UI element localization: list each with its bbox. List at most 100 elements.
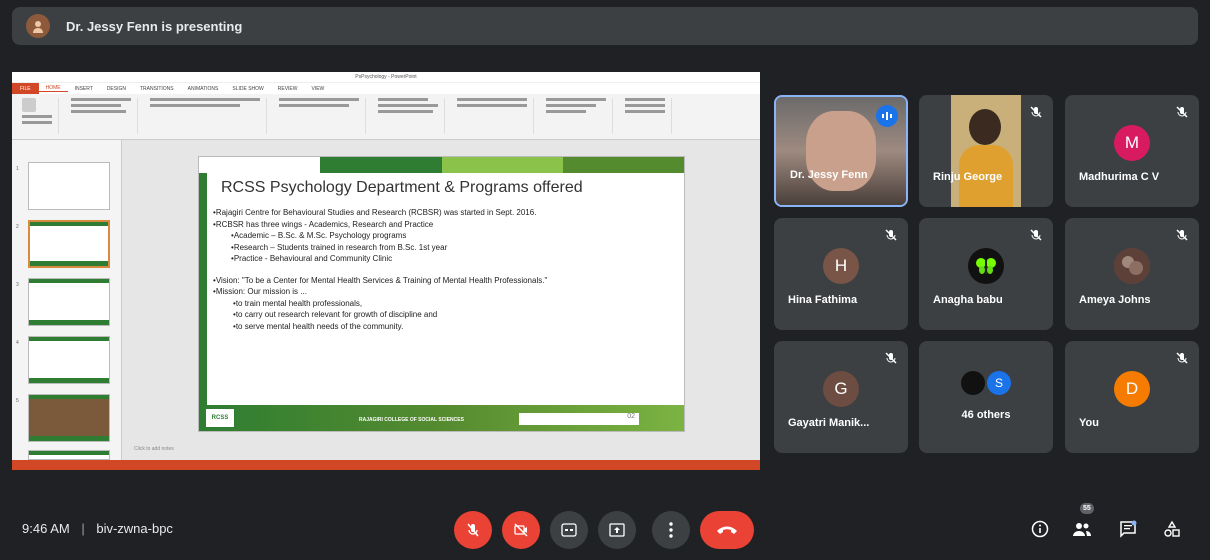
slide-footer-text: RAJAGIRI COLLEGE OF SOCIAL SCIENCES xyxy=(359,417,464,423)
ppt-workspace: 1 2 3 4 5 RCSS Psychology Department & P… xyxy=(12,140,760,460)
avatar: G xyxy=(823,371,859,407)
ppt-tab-insert: INSERT xyxy=(74,85,93,92)
shared-screen: PsPsychology - PowerPoint FILE HOME INSE… xyxy=(12,72,760,470)
ppt-window-title: PsPsychology - PowerPoint xyxy=(12,72,760,83)
clock-time: 9:46 AM xyxy=(22,521,70,536)
slide-line: Mission: Our mission is ... xyxy=(213,286,676,298)
meeting-details-button[interactable] xyxy=(1028,517,1052,541)
slide-thumbnail xyxy=(28,278,110,326)
mic-off-icon xyxy=(467,523,479,537)
chat-icon xyxy=(1120,520,1137,538)
slide-line: RCBSR has three wings - Academics, Resea… xyxy=(213,219,676,231)
slide-thumbnail-selected xyxy=(28,220,110,268)
slide-line: to carry out research relevant for growt… xyxy=(213,309,676,321)
ppt-tab-view: VIEW xyxy=(311,85,325,92)
ppt-status-bar xyxy=(12,460,760,470)
people-button[interactable]: 55 xyxy=(1070,503,1094,541)
ppt-tab-home: HOME xyxy=(38,85,68,92)
meeting-info: 9:46 AM | biv-zwna-bpc xyxy=(22,521,173,536)
participant-tile[interactable]: H Hina Fathima xyxy=(774,218,908,330)
people-icon xyxy=(1073,523,1091,536)
rcss-logo: RCSS xyxy=(205,408,235,428)
mic-off-icon xyxy=(885,229,897,241)
avatar: D xyxy=(1114,371,1150,407)
present-screen-button[interactable] xyxy=(598,511,636,549)
avatar: H xyxy=(823,248,859,284)
slide-thumbnails: 1 2 3 4 5 xyxy=(12,140,122,460)
activities-icon xyxy=(1164,520,1180,537)
speaking-icon xyxy=(876,105,898,127)
presenter-avatar xyxy=(26,14,50,38)
current-slide: RCSS Psychology Department & Programs of… xyxy=(198,156,685,432)
presenting-banner: Dr. Jessy Fenn is presenting xyxy=(12,7,1198,45)
captions-button[interactable] xyxy=(550,511,588,549)
slide-line: to train mental health professionals, xyxy=(213,298,676,310)
self-tile[interactable]: D You xyxy=(1065,341,1199,453)
participant-tile[interactable]: Rinju George xyxy=(919,95,1053,207)
slide-thumbnail xyxy=(28,162,110,210)
ppt-tab-animations: ANIMATIONS xyxy=(187,85,219,92)
mic-off-icon xyxy=(1030,106,1042,118)
participant-video xyxy=(951,95,1021,207)
participant-name: You xyxy=(1079,417,1099,429)
mic-off-icon xyxy=(885,352,897,364)
slide-body: Rajagiri Centre for Behavioural Studies … xyxy=(213,207,676,332)
participant-tile[interactable]: Anagha babu xyxy=(919,218,1053,330)
present-icon xyxy=(609,523,625,537)
participant-name: Madhurima C V xyxy=(1079,171,1160,183)
others-tile[interactable]: S 46 others xyxy=(919,341,1053,453)
slide-thumbnail xyxy=(28,450,110,460)
participant-name: Anagha babu xyxy=(933,294,1003,306)
slide-title: RCSS Psychology Department & Programs of… xyxy=(221,179,583,196)
camera-off-icon xyxy=(514,523,528,537)
participant-tile[interactable]: Ameya Johns xyxy=(1065,218,1199,330)
participant-tile[interactable]: M Madhurima C V xyxy=(1065,95,1199,207)
avatar-butterfly xyxy=(968,248,1004,284)
avatar xyxy=(961,371,985,395)
info-icon xyxy=(1031,520,1049,538)
activities-button[interactable] xyxy=(1160,517,1184,541)
notes-placeholder: Click to add notes xyxy=(134,446,174,452)
hang-up-icon xyxy=(717,526,737,534)
ppt-ribbon xyxy=(12,94,760,140)
leave-call-button[interactable] xyxy=(700,511,754,549)
participant-name: Dr. Jessy Fenn xyxy=(790,169,868,181)
ppt-tab-slideshow: SLIDE SHOW xyxy=(232,85,264,92)
slide-line: Vision: "To be a Center for Mental Healt… xyxy=(213,275,676,287)
participant-tile-presenter[interactable]: Dr. Jessy Fenn xyxy=(774,95,908,207)
chat-button[interactable] xyxy=(1116,517,1140,541)
more-options-button[interactable] xyxy=(652,511,690,549)
ppt-tab-review: REVIEW xyxy=(277,85,298,92)
camera-toggle-button[interactable] xyxy=(502,511,540,549)
slide-number: 02 xyxy=(519,413,639,425)
slide-line: Research – Students trained in research … xyxy=(213,242,676,254)
separator: | xyxy=(81,521,85,536)
mic-off-icon xyxy=(1176,229,1188,241)
participant-tile[interactable]: G Gayatri Manik... xyxy=(774,341,908,453)
avatar: M xyxy=(1114,125,1150,161)
participant-name: Rinju George xyxy=(933,171,1003,183)
participant-count-badge: 55 xyxy=(1080,503,1094,514)
ppt-tab-design: DESIGN xyxy=(106,85,126,92)
slide-thumbnail xyxy=(28,394,110,442)
slide-line: Academic – B.Sc. & M.Sc. Psychology prog… xyxy=(213,230,676,242)
bottom-controls-bar: 9:46 AM | biv-zwna-bpc 55 xyxy=(0,490,1210,560)
participant-name: Ameya Johns xyxy=(1079,294,1151,306)
slide-line: Practice - Behavioural and Community Cli… xyxy=(213,253,676,265)
avatar-photo xyxy=(1114,248,1150,284)
others-count: 46 others xyxy=(961,409,1011,421)
mic-toggle-button[interactable] xyxy=(454,511,492,549)
ppt-tab-file: FILE xyxy=(12,83,39,94)
presenting-text: Dr. Jessy Fenn is presenting xyxy=(66,18,243,34)
mic-off-icon xyxy=(1176,106,1188,118)
slide-thumbnail xyxy=(28,336,110,384)
ppt-tab-transitions: TRANSITIONS xyxy=(139,85,174,92)
participant-name: Hina Fathima xyxy=(788,294,858,306)
participant-name: Gayatri Manik... xyxy=(788,417,870,429)
slide-line: to serve mental health needs of the comm… xyxy=(213,321,676,333)
meeting-code: biv-zwna-bpc xyxy=(96,521,173,536)
ppt-ribbon-tabs: FILE HOME INSERT DESIGN TRANSITIONS ANIM… xyxy=(12,83,760,94)
mic-off-icon xyxy=(1030,229,1042,241)
slide-footer: RCSS RAJAGIRI COLLEGE OF SOCIAL SCIENCES… xyxy=(199,405,684,431)
captions-icon xyxy=(561,523,577,537)
